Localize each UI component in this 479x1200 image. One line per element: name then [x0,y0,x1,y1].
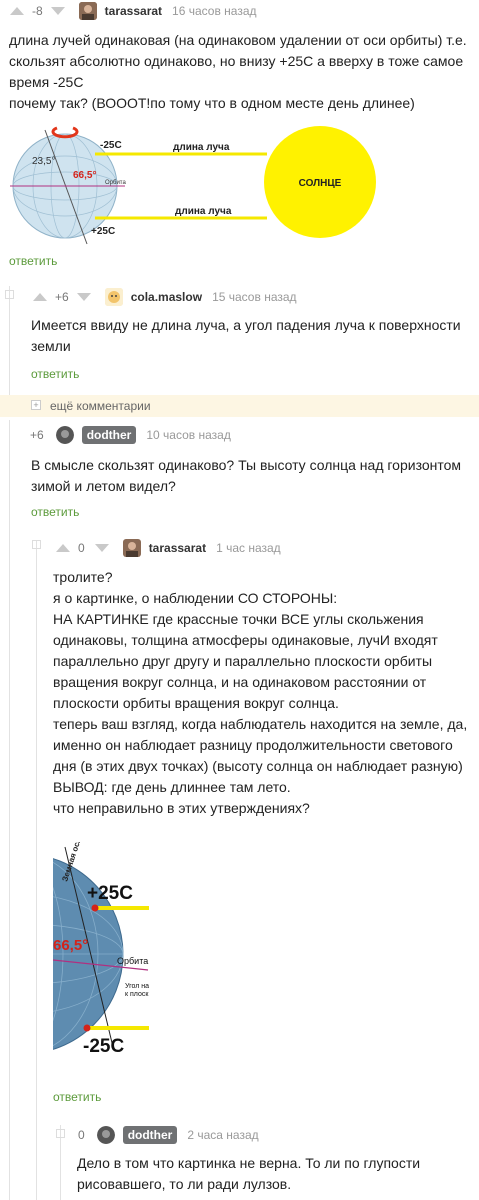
comment-line: одинаковы, толщина атмосферы одинаковые,… [53,632,438,648]
comment-line: я о картинке, о наблюдении СО СТОРОНЫ: [53,590,338,606]
temperature-label: +25С [91,226,115,237]
avatar-image [122,539,141,557]
angle-label: 66,5° [73,170,96,181]
comment-line: дня (в этих двух точках) (высоту солнца … [53,758,463,774]
comment-line: скользят абсолютно одинаково, но внизу +… [9,53,464,69]
downvote-icon[interactable] [76,293,91,301]
thread-line [9,286,10,406]
reply-link[interactable]: ответить [31,367,79,381]
comment-text: В смысле скользят одинаково? Ты высоту с… [31,455,471,497]
timestamp: 15 часов назад [212,290,297,304]
earth-sun-diagram: 23,5° 66,5° Орбита -25С +25С длина луча … [10,126,376,245]
comment-text: Имеется ввиду не длина луча, а угол паде… [31,315,471,357]
orbit-label: Орбита [105,180,126,186]
comment-line: именно он наблюдает разницу продолжитель… [53,737,453,753]
comment-header: 0 dodther 2 часа назад [78,1124,259,1146]
timestamp: 16 часов назад [172,4,257,18]
comment-rating: 0 [78,541,85,555]
comment-rating: +6 [30,428,44,442]
comment-line: зимой и летом видел? [31,478,176,494]
angle-label: 23,5° [32,156,55,167]
thread-line [9,420,10,1200]
downvote-icon[interactable] [50,7,65,15]
comment-header: -8 tarassarat 16 часов назад [10,0,257,22]
comment-text: Дело в том что картинка не верна. То ли … [77,1153,475,1195]
timestamp: 2 часа назад [187,1128,259,1142]
comment-rating: 0 [78,1128,85,1142]
comment-header: +6 cola.maslow 15 часов назад [33,286,297,308]
username-badge[interactable]: dodther [81,426,137,444]
collapse-toggle[interactable] [32,540,41,549]
comment-text: длина лучей одинаковая (на одинаковом уд… [9,30,474,114]
comment-line: В смысле скользят одинаково? Ты высоту с… [31,457,462,473]
more-comments-label[interactable]: ещё комментарии [50,399,151,413]
username[interactable]: tarassarat [149,541,206,555]
comment-line: почему так? (ВОООТ!по тому что в одном м… [9,95,415,111]
downvote-icon[interactable] [94,544,109,552]
avatar-image [78,2,97,20]
avatar[interactable] [55,426,74,444]
red-point [91,904,99,912]
comment-line: ВЫВОД: где день длиннее там лето. [53,779,291,795]
avatar[interactable] [78,2,97,20]
comment-line: что неправильно в этих утверждениях? [53,800,310,816]
angle-note: к плоск [125,991,149,998]
reply-link[interactable]: ответить [31,505,79,519]
upvote-icon[interactable] [33,293,47,301]
timestamp: 10 часов назад [146,428,231,442]
comment-line: параллельно друг другу и параллельно пло… [53,653,433,669]
comment-line: вращения вокруг солнца, и на одинаковом … [53,674,427,690]
comment-header: 0 tarassarat 1 час назад [56,537,281,559]
avatar-image [96,1126,115,1144]
orbit-label: Орбита [117,956,148,966]
angle-label: 66,5° [53,937,88,954]
comment-line: рисовавшего, то ли ради лулзов. [77,1176,292,1192]
username-badge[interactable]: dodther [122,1126,178,1144]
avatar-image [55,426,74,444]
reply-link[interactable]: ответить [9,254,57,268]
angle-note: Угол на [125,983,149,990]
temperature-label: -25С [100,140,122,151]
ray-label: длина луча [175,206,232,217]
sun-label: СОЛНЦЕ [299,178,342,189]
temperature-label: -25С [83,1036,124,1057]
comment-line: длина лучей одинаковая (на одинаковом уд… [9,32,467,48]
comment-header: +6 dodther 10 часов назад [30,424,231,446]
collapse-toggle[interactable] [56,1129,65,1138]
upvote-icon[interactable] [56,544,70,552]
comment-line: плоскости орбиты вращения вокруг солнца. [53,695,339,711]
comment-line: НА КАРТИНКЕ где крассные точки ВСЕ углы … [53,611,424,627]
earth-closeup-diagram: Земная ось +25С -25С 66,5° Орбита Угол н… [53,842,149,1057]
comment-line: время -25С [9,74,84,90]
avatar[interactable] [104,288,123,306]
avatar[interactable] [122,539,141,557]
collapse-toggle[interactable] [5,290,14,299]
comment-line: тролите? [53,569,113,585]
username[interactable]: tarassarat [105,4,162,18]
reply-link[interactable]: ответить [53,1090,101,1104]
upvote-icon[interactable] [10,7,24,15]
temperature-label: +25С [87,883,133,904]
avatar[interactable] [96,1126,115,1144]
username[interactable]: cola.maslow [131,290,202,304]
comment-line: земли [31,338,71,354]
comment-line: Имеется ввиду не длина луча, а угол паде… [31,317,461,333]
expand-icon[interactable]: + [31,400,41,410]
comment-line: Дело в том что картинка не верна. То ли … [77,1155,421,1171]
comment-rating: +6 [55,290,69,304]
red-point [83,1024,91,1032]
avatar-image [104,288,123,306]
comment-line: теперь ваш взгляд, когда наблюдатель нах… [53,716,468,732]
thread-line [36,540,37,1200]
comment-rating: -8 [32,4,43,18]
more-comments-bar[interactable]: + ещё комментарии [0,395,479,417]
ray-label: длина луча [173,142,230,153]
timestamp: 1 час назад [216,541,281,555]
comment-text: тролите? я о картинке, о наблюдении СО С… [53,567,475,819]
